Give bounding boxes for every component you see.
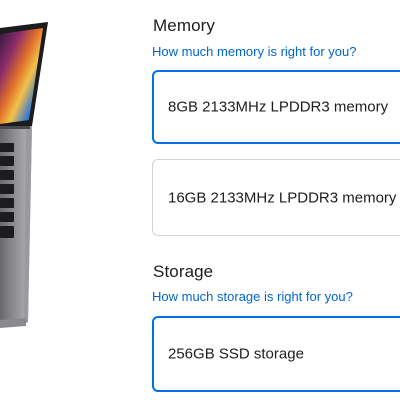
storage-section-title: Storage <box>153 262 214 281</box>
storage-help-link[interactable]: How much storage is right for you? <box>152 289 353 304</box>
memory-option-16gb[interactable]: 16GB 2133MHz LPDDR3 memory <box>152 159 400 236</box>
option-label: 8GB 2133MHz LPDDR3 memory <box>168 98 389 116</box>
laptop-product-image <box>0 22 48 328</box>
storage-option-256gb[interactable]: 256GB SSD storage <box>152 316 400 392</box>
memory-option-8gb[interactable]: 8GB 2133MHz LPDDR3 memory <box>152 70 400 144</box>
option-label: 256GB SSD storage <box>168 345 304 363</box>
configurator-page: Memory How much memory is right for you?… <box>0 0 400 400</box>
memory-section-title: Memory <box>153 16 215 35</box>
option-label: 16GB 2133MHz LPDDR3 memory <box>168 189 397 206</box>
memory-help-link[interactable]: How much memory is right for you? <box>152 44 356 59</box>
